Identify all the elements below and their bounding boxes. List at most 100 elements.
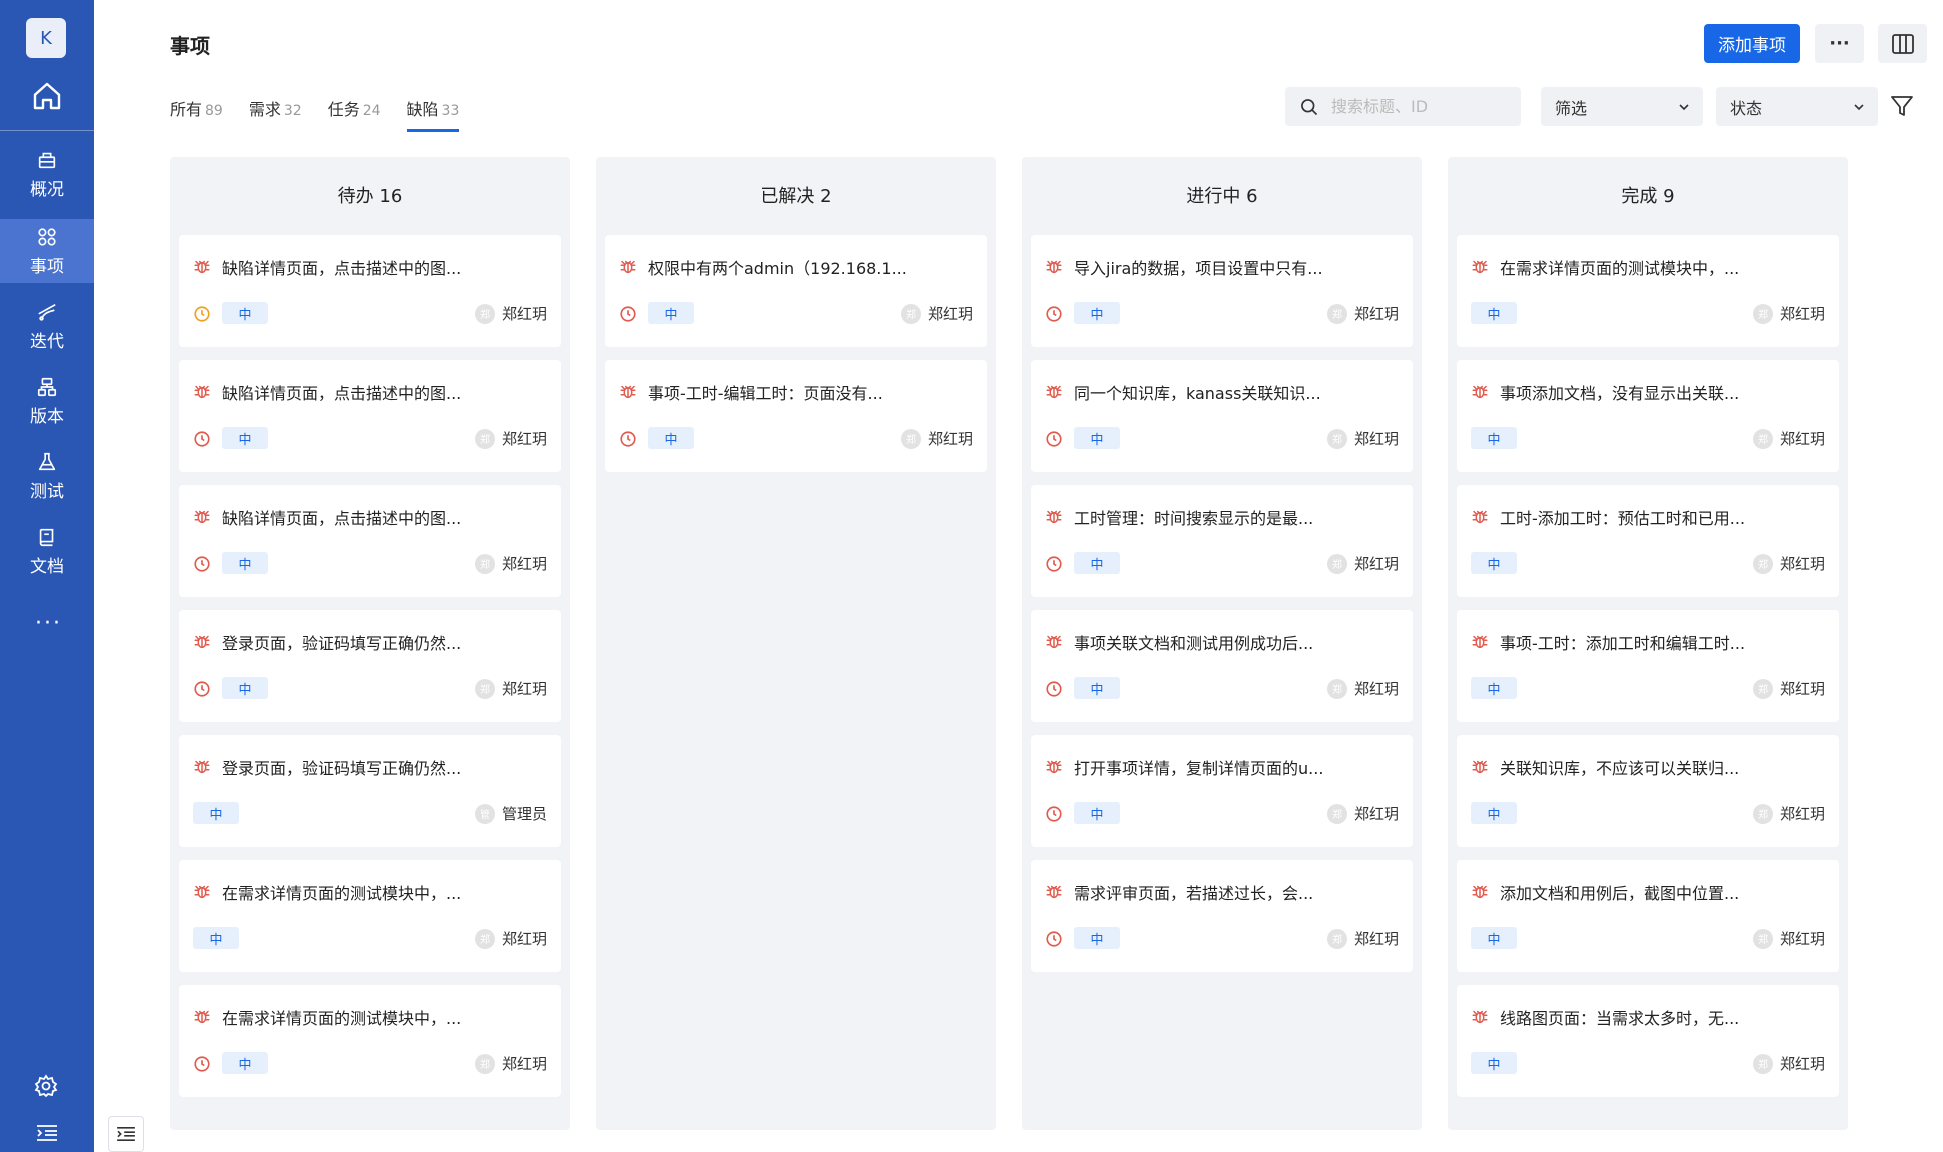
assignee-avatar: 郑 [474,928,495,949]
issue-card[interactable]: 关联知识库，不应该可以关联归... 中 郑郑红玥 [1457,735,1839,847]
bug-icon [619,257,637,275]
filter-select[interactable]: 筛选 [1541,87,1703,126]
expand-panel-button[interactable] [108,1116,144,1152]
assignee-avatar: 郑 [1326,428,1347,449]
assignee-avatar: 郑 [900,428,921,449]
issue-title: 同一个知识库，kanass关联知识... [1074,384,1321,403]
sidebar-item-version[interactable]: 版本 [0,369,94,433]
assignee-avatar: 郑 [1752,928,1773,949]
priority-badge: 中 [222,427,268,449]
sidebar-item-sprint[interactable]: 迭代 [0,294,94,358]
issue-card[interactable]: 登录页面，验证码填写正确仍然... 中 郑郑红玥 [179,610,561,722]
more-actions-button[interactable]: ··· [1815,24,1864,63]
issue-card[interactable]: 缺陷详情页面，点击描述中的图... 中 郑郑红玥 [179,235,561,347]
assignee-name: 郑红玥 [1353,805,1399,823]
issue-card[interactable]: 打开事项详情，复制详情页面的u... 中 郑郑红玥 [1031,735,1413,847]
bug-icon [193,632,211,650]
assignee-avatar: 郑 [1752,428,1773,449]
sidebar-item-test[interactable]: 测试 [0,444,94,508]
due-clock-icon [193,305,211,323]
issue-card[interactable]: 权限中有两个admin（192.168.1... 中 郑郑红玥 [605,235,987,347]
issue-title: 在需求详情页面的测试模块中，... [1500,259,1740,278]
project-avatar[interactable]: K [26,18,66,58]
priority-badge: 中 [648,302,694,324]
issue-card[interactable]: 需求评审页面，若描述过长，会... 中 郑郑红玥 [1031,860,1413,972]
bug-icon [193,757,211,775]
bug-icon [1045,757,1063,775]
sidebar-more-button[interactable]: ··· [35,611,62,636]
column-view-button[interactable] [1878,24,1927,63]
sidebar-item-overview[interactable]: 概况 [0,142,94,206]
assignee-name: 郑红玥 [1779,555,1825,573]
more-icon: ··· [1829,33,1850,54]
issue-card[interactable]: 同一个知识库，kanass关联知识... 中 郑郑红玥 [1031,360,1413,472]
issue-card[interactable]: 线路图页面：当需求太多时，无... 中 郑郑红玥 [1457,985,1839,1097]
board-column: 完成 9 在需求详情页面的测试模块中，... 中郑郑红玥 事项添加文档，没有显示出关联… [1448,157,1848,1130]
columns-icon [1891,33,1914,54]
add-issue-button[interactable]: 添加事项 [1704,24,1800,63]
search-input[interactable] [1331,97,1511,116]
status-select[interactable]: 状态 [1716,87,1878,126]
bug-icon [1471,882,1489,900]
issue-card[interactable]: 缺陷详情页面，点击描述中的图... 中 郑郑红玥 [179,485,561,597]
issue-card[interactable]: 在需求详情页面的测试模块中，... 中 郑郑红玥 [179,985,561,1097]
tab-tasks[interactable]: 任务 24 [328,96,381,132]
issue-card[interactable]: 添加文档和用例后，截图中位置... 中 郑郑红玥 [1457,860,1839,972]
due-clock-icon [619,305,637,323]
assignee: 郑郑红玥 [474,678,547,699]
sidebar-collapse-icon[interactable] [36,1124,58,1142]
issue-card[interactable]: 工时-添加工时：预估工时和已用... 中 郑郑红玥 [1457,485,1839,597]
tab-requirements[interactable]: 需求 32 [249,96,302,132]
issue-card[interactable]: 在需求详情页面的测试模块中，... 中 郑郑红玥 [179,860,561,972]
assignee-name: 郑红玥 [1353,930,1399,948]
priority-badge: 中 [222,302,268,324]
issue-card[interactable]: 登录页面，验证码填写正确仍然... 中 管管理员 [179,735,561,847]
filter-icon[interactable] [1890,94,1914,118]
issues-icon [38,227,56,246]
tab-all[interactable]: 所有 89 [170,96,223,132]
tab-defects[interactable]: 缺陷 33 [406,96,460,132]
tab-count: 33 [441,103,460,119]
issue-title: 事项添加文档，没有显示出关联... [1500,384,1740,403]
issue-title: 关联知识库，不应该可以关联归... [1500,759,1740,778]
issue-card[interactable]: 在需求详情页面的测试模块中，... 中 郑郑红玥 [1457,235,1839,347]
issue-card[interactable]: 工时管理：时间搜索显示的是最... 中 郑郑红玥 [1031,485,1413,597]
sidebar-item-document[interactable]: 文档 [0,519,94,583]
sidebar-item-issues[interactable]: 事项 [0,219,94,283]
home-icon[interactable] [31,80,63,112]
due-clock-icon [619,430,637,448]
bug-icon [1471,382,1489,400]
search-icon [1301,98,1318,115]
priority-badge: 中 [193,927,239,949]
issue-title: 在需求详情页面的测试模块中，... [222,884,462,903]
version-icon [37,377,57,396]
bug-icon [193,1007,211,1025]
status-select-label: 状态 [1730,98,1763,118]
assignee: 郑郑红玥 [1752,928,1825,949]
column-title: 进行中 6 [1186,186,1258,207]
bug-icon [1471,757,1489,775]
assignee-avatar: 郑 [1326,553,1347,574]
assignee-name: 郑红玥 [927,430,973,448]
tab-count: 89 [205,103,223,119]
issue-card[interactable]: 事项-工时-编辑工时：页面没有... 中 郑郑红玥 [605,360,987,472]
settings-icon[interactable] [34,1074,58,1098]
issue-card[interactable]: 事项-工时：添加工时和编辑工时... 中 郑郑红玥 [1457,610,1839,722]
priority-badge: 中 [222,677,268,699]
priority-badge: 中 [222,1052,268,1074]
assignee: 郑郑红玥 [474,928,547,949]
assignee-avatar: 郑 [474,1053,495,1074]
issue-card[interactable]: 事项添加文档，没有显示出关联... 中 郑郑红玥 [1457,360,1839,472]
priority-badge: 中 [1471,552,1517,574]
issue-card[interactable]: 导入jira的数据，项目设置中只有... 中 郑郑红玥 [1031,235,1413,347]
assignee-avatar: 郑 [1326,928,1347,949]
assignee: 郑郑红玥 [1326,428,1399,449]
tab-label: 任务 [327,100,360,119]
issue-card[interactable]: 事项关联文档和测试用例成功后... 中 郑郑红玥 [1031,610,1413,722]
issue-card[interactable]: 缺陷详情页面，点击描述中的图... 中 郑郑红玥 [179,360,561,472]
assignee: 郑郑红玥 [474,553,547,574]
priority-badge: 中 [1074,427,1120,449]
assignee: 郑郑红玥 [1326,553,1399,574]
assignee-name: 郑红玥 [501,930,547,948]
assignee: 郑郑红玥 [900,428,973,449]
